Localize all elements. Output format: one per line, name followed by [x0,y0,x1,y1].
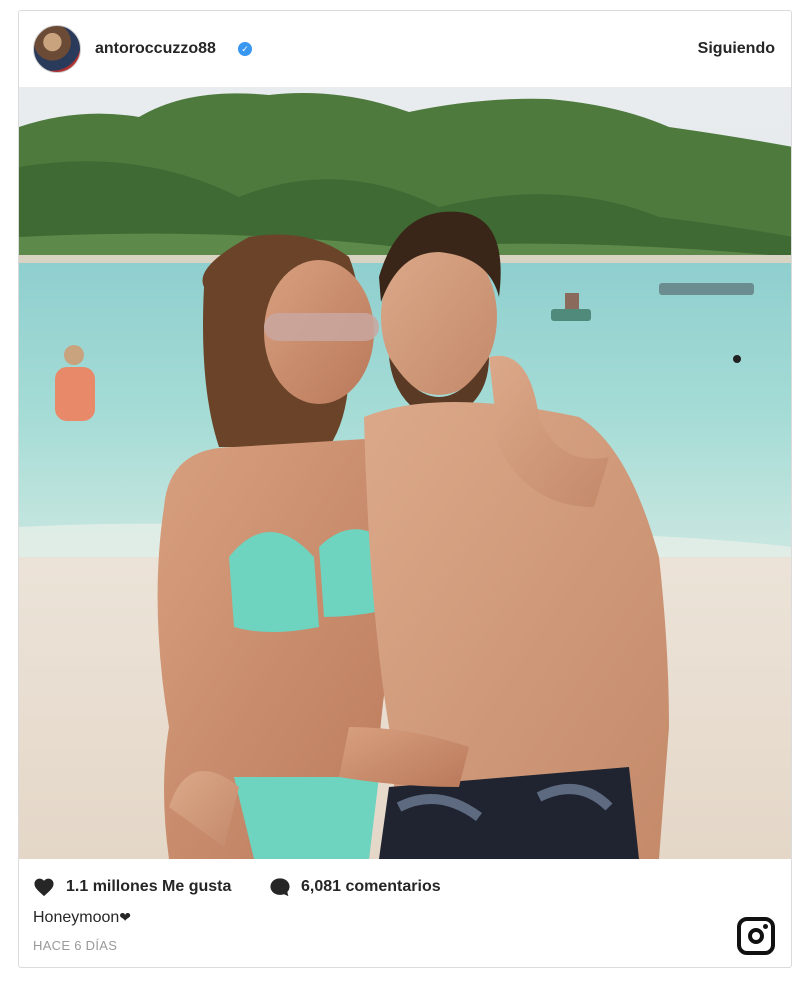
verified-badge-icon: ✓ [238,42,252,56]
instagram-lens [748,928,764,944]
instagram-logo-icon[interactable] [737,917,775,955]
username-link[interactable]: antoroccuzzo88 [95,40,216,58]
post-actions: 1.1 millones Me gusta 6,081 comentarios [33,875,773,897]
following-button[interactable]: Siguiendo [698,40,775,58]
comments-count[interactable]: 6,081 comentarios [301,878,441,896]
post-photo[interactable] [19,87,791,859]
instagram-dot [763,924,768,929]
caption-emoji: ❤ [119,909,132,925]
caption-text: Honeymoon [33,909,120,926]
avatar[interactable] [33,25,81,73]
post-header: antoroccuzzo88 ✓ Siguiendo [19,11,791,87]
caption: Honeymoon❤ [33,909,131,927]
instagram-post-card: antoroccuzzo88 ✓ Siguiendo 1.1 millones … [18,10,792,968]
comment-bubble-icon[interactable] [269,877,291,897]
post-timestamp[interactable]: HACE 6 DÍAS [33,938,117,953]
beach-photo-illustration [19,87,791,859]
heart-icon[interactable] [33,877,55,897]
likes-count[interactable]: 1.1 millones Me gusta [66,878,231,896]
